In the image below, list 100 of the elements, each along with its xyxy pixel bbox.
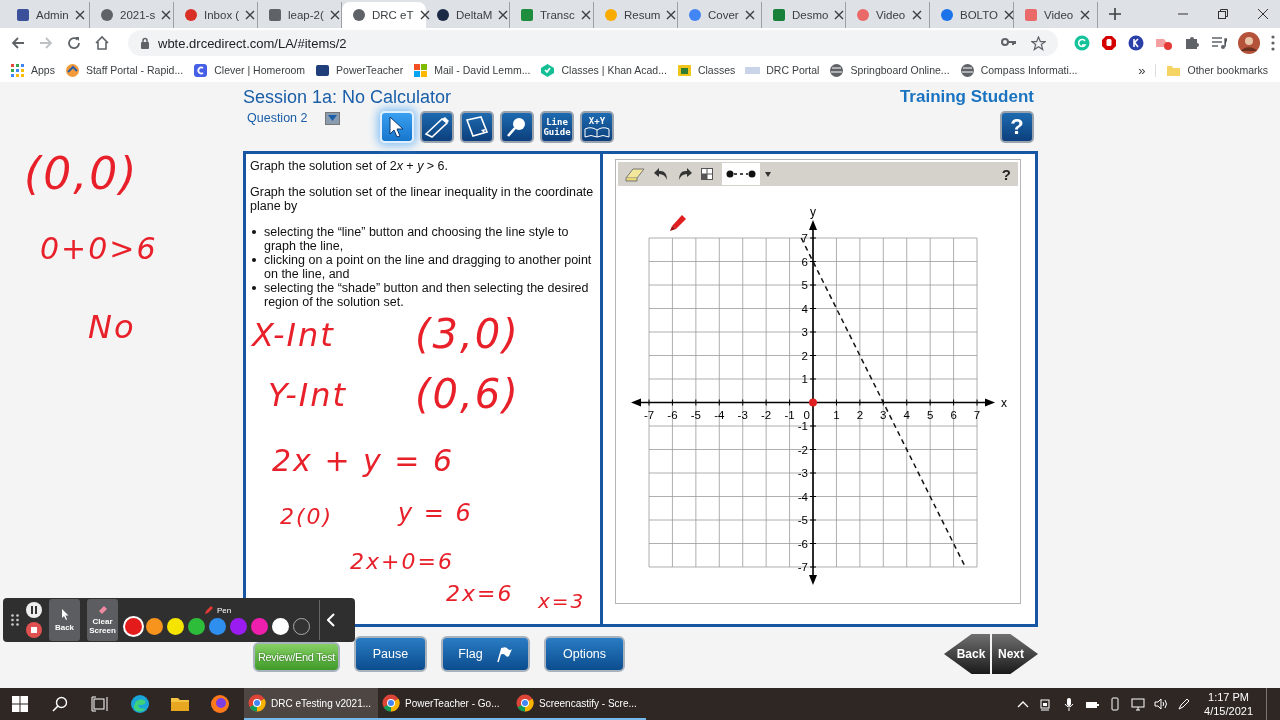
close-icon[interactable] bbox=[666, 10, 677, 20]
origin-point[interactable] bbox=[809, 398, 817, 407]
browser-tab[interactable]: Desmo bbox=[762, 2, 846, 28]
pause-icon[interactable] bbox=[26, 602, 42, 618]
taskbar-app[interactable]: PowerTeacher - Go... bbox=[378, 688, 512, 720]
reload-icon[interactable] bbox=[66, 35, 82, 51]
close-icon[interactable] bbox=[1003, 10, 1014, 20]
magnifier-tool[interactable] bbox=[500, 111, 534, 143]
new-tab-icon[interactable] bbox=[1108, 7, 1122, 21]
color-swatch[interactable] bbox=[167, 617, 184, 635]
highlighter-tool[interactable] bbox=[420, 111, 454, 143]
color-swatch[interactable] bbox=[125, 617, 142, 635]
drag-handle-icon[interactable] bbox=[11, 614, 19, 626]
browser-tab[interactable]: Resum bbox=[594, 2, 678, 28]
file-explorer-icon[interactable] bbox=[170, 695, 190, 713]
network-icon[interactable] bbox=[1131, 697, 1146, 711]
windows-start-icon[interactable] bbox=[12, 696, 28, 712]
clear-screen-button[interactable]: Clear Screen bbox=[87, 599, 118, 641]
reference-tool[interactable]: X+Y bbox=[580, 111, 614, 143]
bookmark[interactable]: Classes bbox=[676, 62, 736, 78]
bookmark[interactable]: Mail - David Lemm... bbox=[413, 62, 531, 78]
browser-tab[interactable]: Admin bbox=[6, 2, 90, 28]
edge-icon[interactable] bbox=[130, 694, 150, 714]
search-icon[interactable] bbox=[52, 696, 68, 712]
star-icon[interactable] bbox=[1031, 35, 1046, 51]
address-bar[interactable]: wbte.drcedirect.com/LA/#items/2 bbox=[128, 30, 1058, 56]
bookmark[interactable]: Clever | Homeroom bbox=[193, 62, 306, 78]
color-swatch[interactable] bbox=[251, 617, 268, 635]
bookmark[interactable]: Springboard Online... bbox=[829, 62, 950, 78]
stop-icon[interactable] bbox=[26, 622, 42, 638]
graph-help-button[interactable]: ? bbox=[998, 163, 1014, 185]
close-icon[interactable] bbox=[245, 10, 256, 20]
home-icon[interactable] bbox=[94, 35, 110, 51]
browser-tab[interactable]: Cover bbox=[678, 2, 762, 28]
next-button[interactable]: Next bbox=[992, 634, 1038, 674]
close-icon[interactable] bbox=[419, 10, 430, 20]
task-view-icon[interactable] bbox=[91, 696, 109, 712]
bookmark-folder[interactable]: Other bookmarks bbox=[1155, 63, 1280, 77]
line-guide-tool[interactable]: Line Guide bbox=[540, 111, 574, 143]
question-menu-button[interactable] bbox=[325, 111, 341, 125]
tick-label: 5 bbox=[926, 408, 934, 421]
color-swatch[interactable] bbox=[272, 617, 289, 635]
more-bookmarks-button[interactable]: » bbox=[1138, 62, 1146, 78]
line-style-dropdown[interactable] bbox=[722, 163, 760, 185]
avatar-icon[interactable] bbox=[1238, 32, 1260, 54]
close-icon[interactable] bbox=[912, 10, 922, 20]
firefox-icon[interactable] bbox=[210, 694, 230, 714]
puzzle-icon[interactable] bbox=[1184, 35, 1200, 51]
key-icon[interactable] bbox=[1001, 35, 1017, 48]
taskbar-app[interactable]: DRC eTesting v2021... bbox=[244, 688, 378, 720]
bookmark[interactable]: Staff Portal - Rapid... bbox=[64, 62, 184, 78]
chevron-left-icon[interactable] bbox=[327, 613, 335, 627]
browser-tab[interactable]: Inbox ( bbox=[174, 2, 258, 28]
browser-tab[interactable]: Transc bbox=[510, 2, 594, 28]
browser-tab[interactable]: BOLTO bbox=[930, 2, 1014, 28]
clock-button[interactable]: 1:17 PM 4/15/2021 bbox=[1200, 690, 1257, 718]
flag-button[interactable]: Flag bbox=[441, 636, 530, 672]
restore-icon[interactable] bbox=[1218, 9, 1228, 19]
color-swatch[interactable] bbox=[146, 617, 163, 635]
browser-tab[interactable]: 2021-s bbox=[90, 2, 174, 28]
test-button[interactable]: Pause bbox=[354, 636, 427, 672]
close-icon[interactable] bbox=[1080, 10, 1090, 20]
browser-tab[interactable]: Video bbox=[1014, 2, 1098, 28]
pen-icon[interactable] bbox=[1177, 697, 1192, 711]
stop-hand-extension-icon[interactable] bbox=[1101, 35, 1117, 51]
close-icon[interactable] bbox=[74, 10, 85, 20]
bookmark[interactable]: Classes | Khan Acad... bbox=[540, 62, 667, 78]
bookmark[interactable]: DRC Portal bbox=[745, 62, 820, 78]
close-icon[interactable] bbox=[744, 10, 755, 20]
notepad-tool[interactable] bbox=[460, 111, 494, 143]
close-icon[interactable] bbox=[329, 10, 340, 20]
browser-tab[interactable]: DeltaM bbox=[426, 2, 510, 28]
bookmark[interactable]: PowerTeacher bbox=[315, 62, 404, 78]
test-button[interactable]: Options bbox=[544, 636, 625, 672]
browser-tab[interactable]: Video bbox=[846, 2, 930, 28]
back-button[interactable]: Back bbox=[944, 634, 990, 674]
color-swatch[interactable] bbox=[188, 617, 205, 635]
color-swatch[interactable] bbox=[293, 617, 310, 635]
pointer-tool[interactable] bbox=[380, 111, 414, 143]
close-icon[interactable] bbox=[1258, 9, 1268, 19]
bookmark[interactable]: Compass Informati... bbox=[959, 62, 1078, 78]
browser-tab[interactable]: leap-2( bbox=[258, 2, 342, 28]
letter-k-extension-icon[interactable] bbox=[1128, 35, 1144, 51]
color-swatch[interactable] bbox=[209, 617, 226, 635]
close-icon[interactable] bbox=[834, 10, 845, 20]
close-icon[interactable] bbox=[498, 10, 509, 20]
back-arrow-icon[interactable] bbox=[10, 35, 26, 51]
color-swatch[interactable] bbox=[230, 617, 247, 635]
line-style-menu-button[interactable] bbox=[762, 169, 774, 179]
back-button[interactable]: Back bbox=[49, 599, 80, 641]
volume-icon[interactable] bbox=[1154, 697, 1169, 711]
close-icon[interactable] bbox=[161, 10, 172, 20]
taskbar-app[interactable]: Screencastify - Scre... bbox=[512, 688, 646, 720]
close-icon[interactable] bbox=[580, 10, 591, 20]
bookmark[interactable]: Apps bbox=[10, 62, 55, 78]
grid-button[interactable] bbox=[698, 166, 716, 182]
show-desktop-button[interactable] bbox=[1266, 688, 1270, 720]
media-queue-icon[interactable] bbox=[1211, 35, 1227, 51]
help-button[interactable]: ? bbox=[1000, 111, 1034, 143]
more-menu-icon[interactable] bbox=[1271, 35, 1275, 51]
